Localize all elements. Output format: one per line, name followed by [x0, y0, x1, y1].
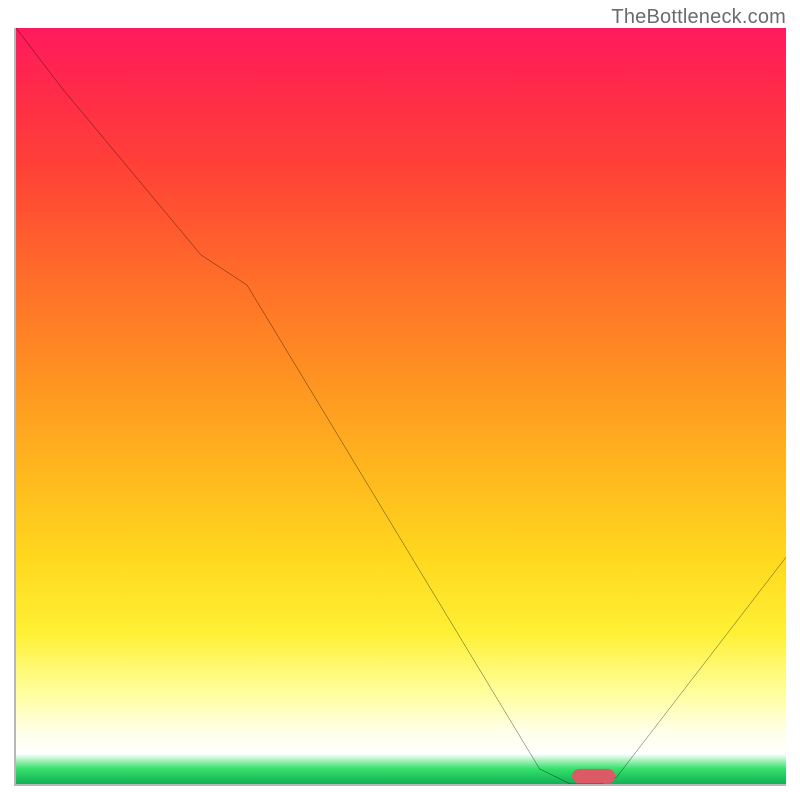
optimal-marker [572, 769, 615, 783]
bottleneck-chart: TheBottleneck.com [0, 0, 800, 800]
x-axis [14, 784, 786, 786]
watermark-text: TheBottleneck.com [611, 6, 786, 29]
plot-area [16, 28, 786, 784]
bottleneck-curve [16, 28, 786, 784]
chart-overlay [16, 28, 786, 784]
